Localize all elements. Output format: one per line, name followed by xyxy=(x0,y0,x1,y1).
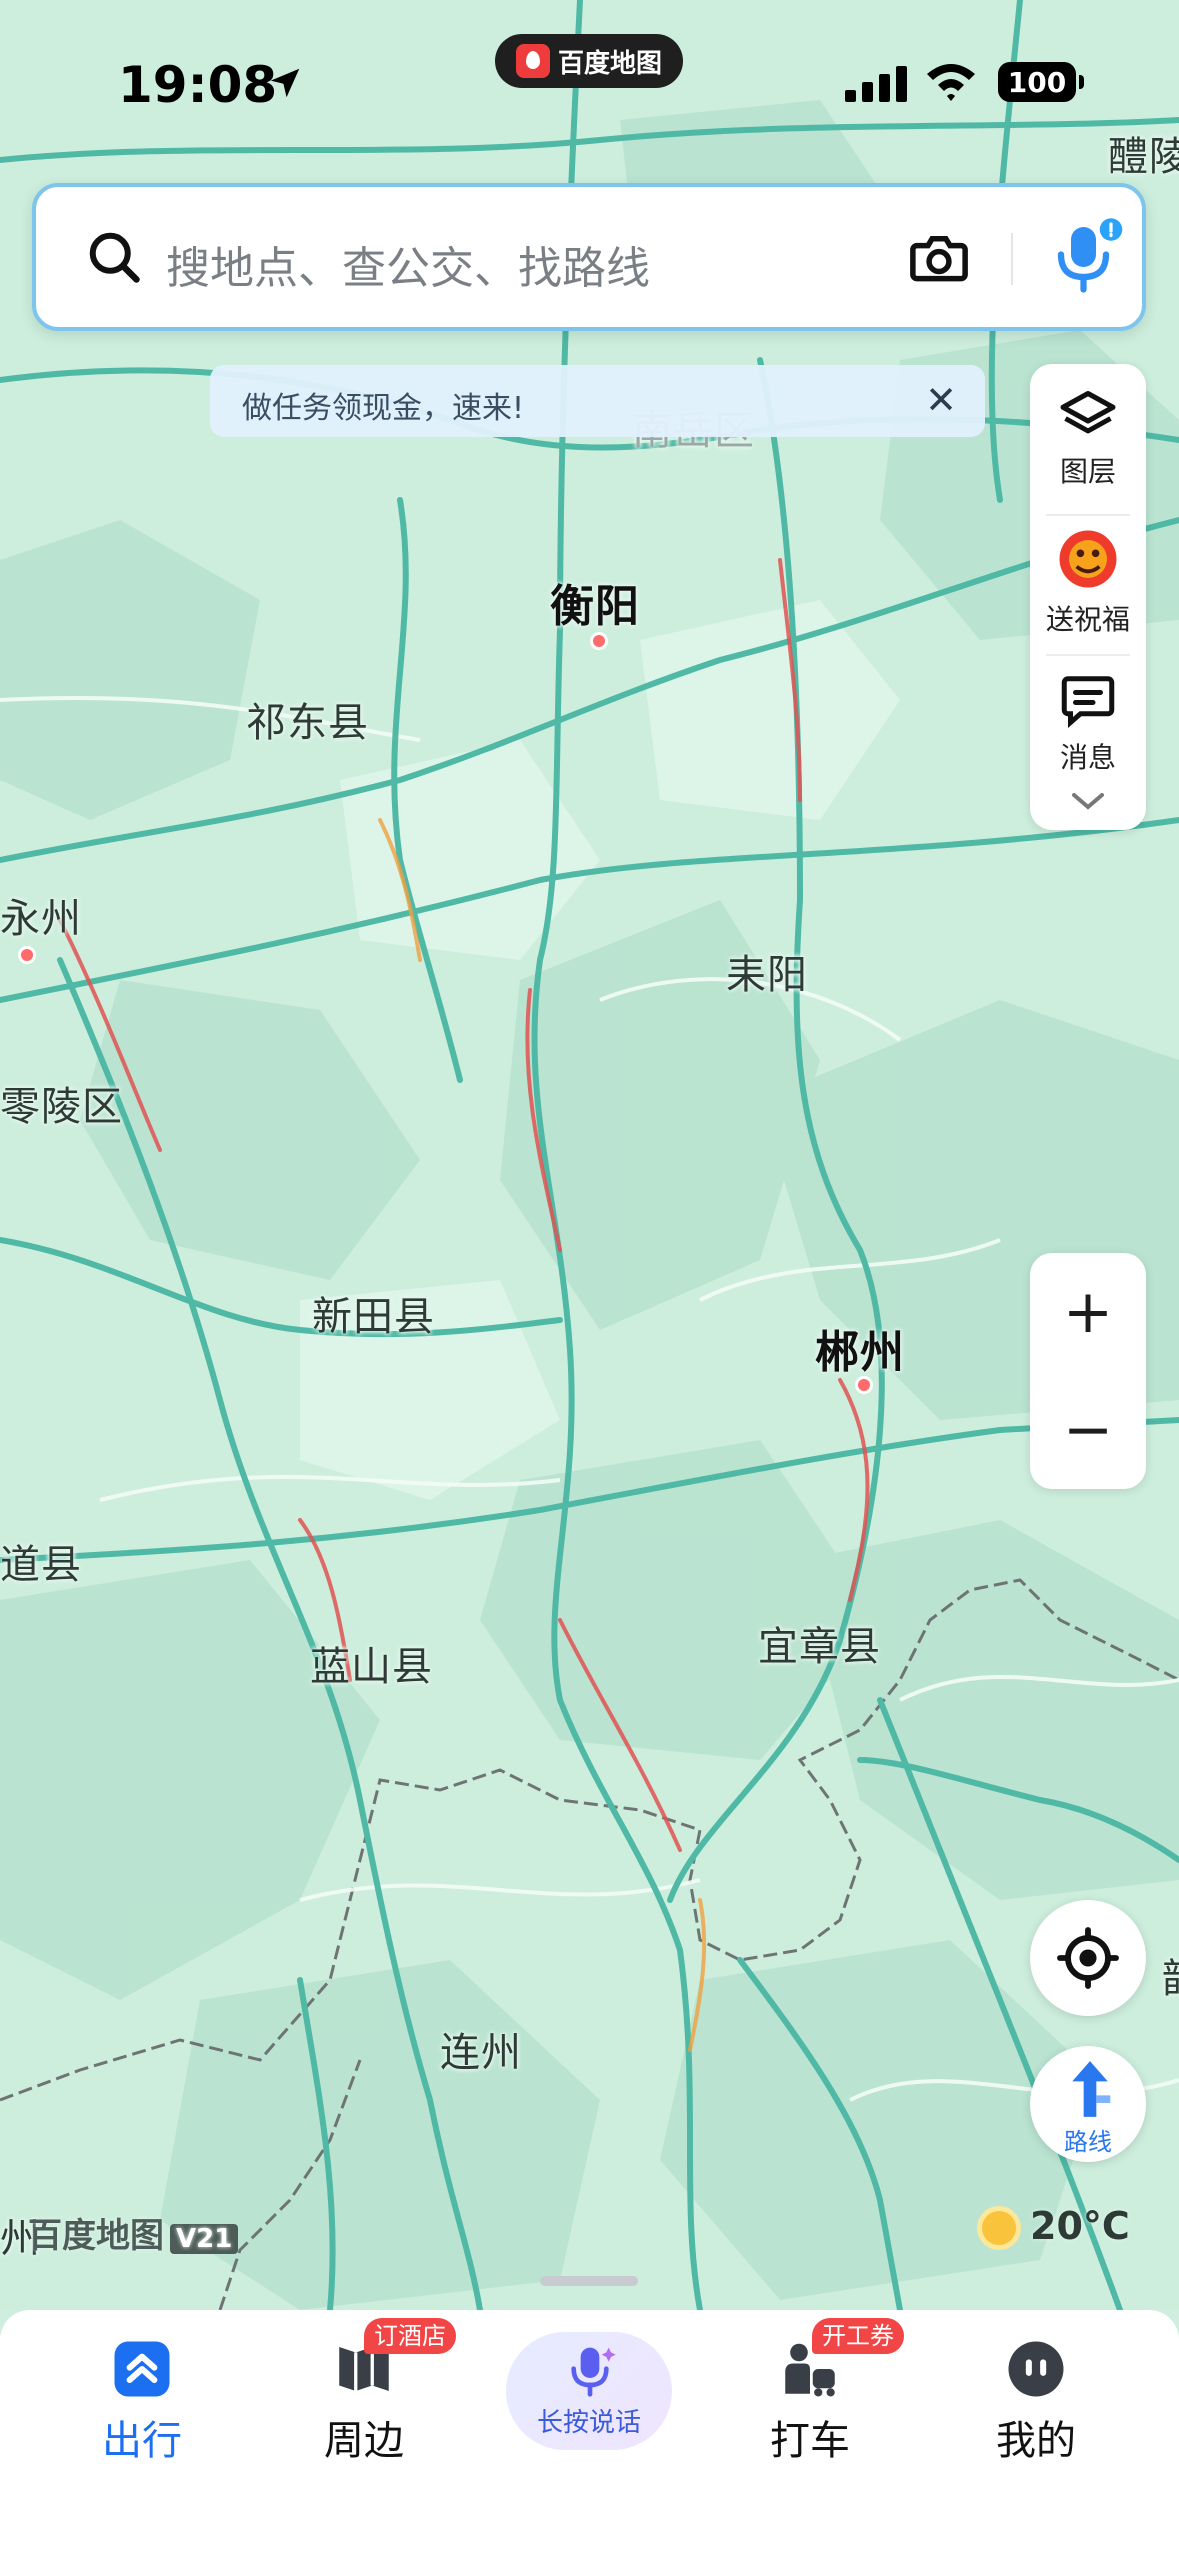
chevron-down-icon[interactable] xyxy=(1068,788,1108,814)
map-label-xintian[interactable]: 新田县 xyxy=(312,1284,435,1342)
tool-divider xyxy=(1046,654,1130,656)
route-button[interactable]: 路线 xyxy=(1030,2046,1146,2162)
watermark-text: 百度地图 xyxy=(28,2216,164,2256)
tab-chuxing[interactable]: 出行 xyxy=(52,2336,232,2466)
task-banner-text[interactable]: 做任务领现金，速来! xyxy=(242,383,524,427)
map-label-liling[interactable]: 醴陵 xyxy=(1108,124,1179,182)
search-divider xyxy=(1011,233,1013,285)
travel-icon xyxy=(114,2341,170,2397)
layers-button[interactable]: 图层 xyxy=(1030,388,1146,490)
app-indicator-pill[interactable]: 百度地图 xyxy=(495,34,683,88)
coupon-badge: 开工券 xyxy=(812,2318,904,2354)
tab-wode[interactable]: 我的 xyxy=(946,2336,1126,2466)
map-label-yongzhou[interactable]: 永州 xyxy=(0,886,82,944)
blessing-label: 送祝福 xyxy=(1045,603,1130,636)
close-icon[interactable]: ✕ xyxy=(925,381,957,419)
map-background xyxy=(0,0,1179,2310)
crosshair-icon xyxy=(1057,1927,1119,1989)
route-arrow-icon xyxy=(1072,2061,1111,2117)
app-indicator-label: 百度地图 xyxy=(557,48,662,79)
map-tools-panel: 图层 送祝福 消息 xyxy=(1030,364,1146,830)
sun-icon xyxy=(982,2211,1016,2245)
task-banner[interactable]: 做任务领现金，速来! ✕ xyxy=(210,365,985,437)
sheet-grabber[interactable] xyxy=(540,2276,638,2286)
messages-label: 消息 xyxy=(1059,741,1116,774)
cellular-signal-icon xyxy=(845,66,907,102)
layers-icon xyxy=(1060,391,1116,434)
map-canvas[interactable]: 醴陵 南岳区 衡阳 祁东县 永州 耒阳 零陵区 新田县 郴州 道县 宜章县 蓝山… xyxy=(0,0,1179,2310)
tool-divider xyxy=(1046,514,1130,516)
layers-label: 图层 xyxy=(1059,455,1116,488)
locate-me-button[interactable] xyxy=(1030,1900,1146,2016)
map-label-lanshan[interactable]: 蓝山县 xyxy=(310,1634,433,1692)
tab-dache[interactable]: 打车 xyxy=(720,2336,900,2466)
map-label-yizhang[interactable]: 宜章县 xyxy=(758,1614,881,1672)
zoom-control: + − xyxy=(1030,1253,1146,1489)
tab-dache-label: 打车 xyxy=(770,2418,850,2464)
map-label-leiyang[interactable]: 耒阳 xyxy=(726,942,808,1000)
voice-label: 长按说话 xyxy=(536,2408,641,2438)
tab-chuxing-label: 出行 xyxy=(102,2418,182,2464)
location-arrow-icon xyxy=(270,68,300,98)
messages-button[interactable]: 消息 xyxy=(1030,670,1146,776)
map-dot-chenzhou xyxy=(855,1376,873,1394)
map-dot-hengyang xyxy=(590,632,608,650)
blessing-button[interactable]: 送祝福 xyxy=(1030,526,1146,638)
map-watermark: 百度地图 V21 xyxy=(28,2208,239,2257)
baidu-map-logo-icon xyxy=(515,44,550,78)
map-dot-yongzhou xyxy=(18,946,36,964)
profile-icon xyxy=(1008,2341,1064,2397)
map-label-hengyang[interactable]: 衡阳 xyxy=(550,570,640,634)
microphone-icon[interactable] xyxy=(1046,217,1126,297)
map-label-lingling[interactable]: 零陵区 xyxy=(0,1074,123,1132)
map-label-dao[interactable]: 道县 xyxy=(0,1532,82,1590)
search-input[interactable]: 搜地点、查公交、找路线 xyxy=(166,232,650,296)
map-label-qidong[interactable]: 祁东县 xyxy=(246,690,369,748)
search-bar[interactable]: 搜地点、查公交、找路线 xyxy=(32,183,1146,331)
battery-indicator: 100 xyxy=(998,62,1084,102)
map-label-chenzhou[interactable]: 郴州 xyxy=(815,1316,905,1380)
bottom-nav: 出行 周边 订酒店 长按说话 打车 开工券 我的 xyxy=(0,2310,1179,2556)
map-label-right-edge[interactable]: 韶 xyxy=(1162,1946,1179,2004)
temperature-text: 20°C xyxy=(1030,2204,1130,2248)
wifi-icon xyxy=(927,64,975,101)
message-icon xyxy=(1061,676,1115,729)
voice-mic-icon xyxy=(571,2347,616,2397)
hotel-badge: 订酒店 xyxy=(364,2318,456,2354)
zoom-out-button[interactable]: − xyxy=(1030,1371,1146,1489)
route-label: 路线 xyxy=(1064,2128,1112,2156)
voice-button[interactable]: 长按说话 xyxy=(506,2332,672,2450)
weather-widget[interactable]: 20°C xyxy=(982,2204,1130,2248)
zoom-in-button[interactable]: + xyxy=(1030,1253,1146,1371)
blessing-lion-icon xyxy=(1059,530,1117,588)
tab-wode-label: 我的 xyxy=(996,2418,1076,2464)
camera-icon[interactable] xyxy=(906,225,972,291)
version-badge: V21 xyxy=(170,2224,239,2254)
search-icon xyxy=(89,232,140,283)
map-label-lianzhou[interactable]: 连州 xyxy=(440,2020,522,2078)
tab-zhoubian-label: 周边 xyxy=(324,2418,404,2464)
status-time: 19:08 xyxy=(118,56,278,114)
tab-zhoubian[interactable]: 周边 xyxy=(274,2336,454,2466)
